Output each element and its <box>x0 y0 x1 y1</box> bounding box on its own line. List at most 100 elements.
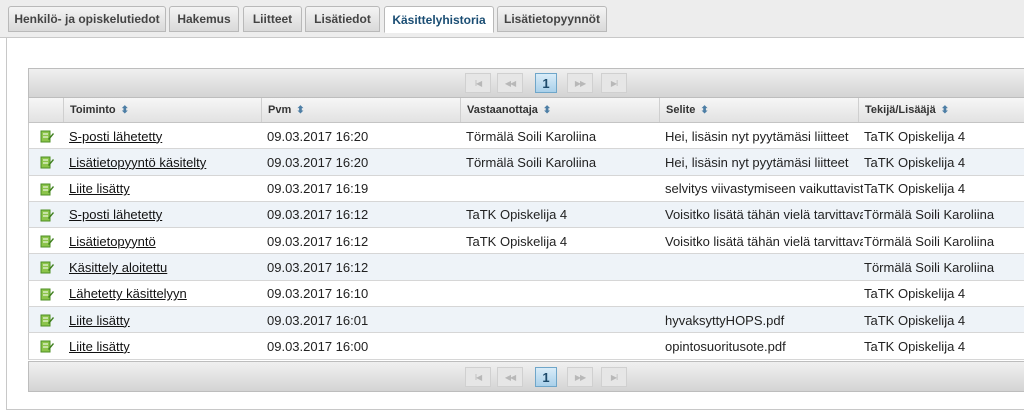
table-row: Liite lisätty 09.03.2017 16:00 opintosuori… <box>28 333 1024 360</box>
table-row: S-posti lähetetty 09.03.2017 16:12 TaTK Op… <box>28 201 1024 229</box>
cell-author: TaTK Opiskelija 4 <box>864 312 966 328</box>
table-row: Lisätietopyyntö 09.03.2017 16:12 TaTK Opis… <box>28 228 1024 255</box>
sort-icon: ⬍ <box>542 104 552 116</box>
cell-author: TaTK Opiskelija 4 <box>864 154 966 170</box>
first-page-button[interactable]: I◀ <box>465 73 491 93</box>
cell-date: 09.03.2017 16:01 <box>267 312 369 328</box>
action-link[interactable]: Lähetetty käsittelyyn <box>69 286 187 301</box>
cell-date: 09.03.2017 16:20 <box>267 154 369 170</box>
tab-processing-history[interactable]: Käsittelyhistoria <box>384 6 494 33</box>
pager-top: I◀ ◀◀ 1 ▶▶ ▶I <box>28 68 1024 98</box>
current-page-button[interactable]: 1 <box>535 367 557 387</box>
next-page-button[interactable]: ▶▶ <box>567 367 593 387</box>
cell-author: Törmälä Soili Karoliina <box>864 207 995 223</box>
col-header-recipient[interactable]: Vastaanottaja ⬍ <box>460 98 659 122</box>
cell-author: Törmälä Soili Karoliina <box>864 259 995 275</box>
action-link[interactable]: Lisätietopyyntö käsitelty <box>69 155 206 170</box>
cell-recipient: TaTK Opiskelija 4 <box>466 233 568 249</box>
col-header-action[interactable]: Toiminto ⬍ <box>63 98 261 122</box>
action-link[interactable]: Liite lisätty <box>69 339 130 354</box>
col-header-author[interactable]: Tekijä/Lisääjä ⬍ <box>858 98 1024 122</box>
cell-recipient <box>466 281 659 307</box>
prev-page-button[interactable]: ◀◀ <box>497 73 523 93</box>
cell-date: 09.03.2017 16:12 <box>267 207 369 223</box>
cell-note: Voisitko lisätä tähän vielä tarvittavat <box>665 233 863 249</box>
edit-document-icon[interactable] <box>40 313 54 327</box>
col-header-date[interactable]: Pvm ⬍ <box>261 98 460 122</box>
table-row: S-posti lähetetty 09.03.2017 16:20 Törmälä… <box>28 123 1024 150</box>
edit-document-icon[interactable] <box>40 339 54 353</box>
table-row: Liite lisätty 09.03.2017 16:19 selvitys vi… <box>28 175 1024 202</box>
edit-document-icon[interactable] <box>40 234 54 248</box>
cell-author: Törmälä Soili Karoliina <box>864 233 995 249</box>
cell-note <box>665 281 863 307</box>
cell-date: 09.03.2017 16:10 <box>267 286 369 302</box>
cell-action: Käsittely aloitettu <box>69 254 261 280</box>
cell-date: 09.03.2017 16:12 <box>267 259 369 275</box>
cell-recipient: Törmälä Soili Karoliina <box>466 128 597 144</box>
tab-info-requests[interactable]: Lisätietopyynnöt <box>497 6 607 32</box>
cell-note: Voisitko lisätä tähän vielä tarvittavat <box>665 207 863 223</box>
tab-bar: Henkilö- ja opiskelutiedot Hakemus Liitt… <box>0 0 1024 38</box>
cell-action: S-posti lähetetty <box>69 123 261 149</box>
edit-document-icon[interactable] <box>40 155 54 169</box>
tab-application[interactable]: Hakemus <box>169 6 239 32</box>
cell-note: opintosuoritusote.pdf <box>665 338 786 354</box>
table-row: Lisätietopyyntö käsitelty 09.03.2017 16:2… <box>28 149 1024 176</box>
current-page-button[interactable]: 1 <box>535 73 557 93</box>
cell-recipient <box>466 333 659 359</box>
action-link[interactable]: Lisätietopyyntö <box>69 234 156 249</box>
cell-action: Liite lisätty <box>69 176 261 202</box>
sort-icon: ⬍ <box>700 104 709 116</box>
cell-action: Liite lisätty <box>69 307 261 333</box>
prev-page-button[interactable]: ◀◀ <box>497 367 523 387</box>
col-header-note[interactable]: Selite ⬍ <box>659 98 858 122</box>
cell-note <box>665 254 863 280</box>
table-row: Lähetetty käsittelyyn 09.03.2017 16:10 TaT… <box>28 280 1024 308</box>
action-link[interactable]: S-posti lähetetty <box>69 129 162 144</box>
pager-bottom: I◀ ◀◀ 1 ▶▶ ▶I <box>28 361 1024 392</box>
cell-action: Liite lisätty <box>69 333 261 359</box>
tab-personal-info[interactable]: Henkilö- ja opiskelutiedot <box>8 6 166 32</box>
action-link[interactable]: Käsittely aloitettu <box>69 260 167 275</box>
cell-recipient <box>466 307 659 333</box>
cell-date: 09.03.2017 16:00 <box>267 338 369 354</box>
cell-note: Hei, lisäsin nyt pyytämäsi liitteet <box>665 154 849 170</box>
cell-recipient <box>466 176 659 202</box>
edit-document-icon[interactable] <box>40 287 54 301</box>
action-link[interactable]: S-posti lähetetty <box>69 207 162 222</box>
cell-date: 09.03.2017 16:20 <box>267 128 369 144</box>
table-row: Liite lisätty 09.03.2017 16:01 hyvaksyttyH… <box>28 307 1024 334</box>
cell-note: Hei, lisäsin nyt pyytämäsi liitteet <box>665 128 849 144</box>
edit-document-icon[interactable] <box>40 260 54 274</box>
edit-document-icon[interactable] <box>40 208 54 222</box>
cell-author: TaTK Opiskelija 4 <box>864 181 966 197</box>
first-page-button[interactable]: I◀ <box>465 367 491 387</box>
cell-action: Lähetetty käsittelyyn <box>69 281 261 307</box>
edit-document-icon[interactable] <box>40 129 54 143</box>
cell-note: hyvaksyttyHOPS.pdf <box>665 312 785 328</box>
table-row: Käsittely aloitettu 09.03.2017 16:12 Törmä… <box>28 254 1024 281</box>
history-table-body: S-posti lähetetty 09.03.2017 16:20 Törmälä… <box>28 123 1024 360</box>
cell-date: 09.03.2017 16:12 <box>267 233 369 249</box>
last-page-button[interactable]: ▶I <box>601 367 627 387</box>
cell-date: 09.03.2017 16:19 <box>267 181 369 197</box>
cell-note: selvitys viivastymiseen vaikuttavista <box>665 181 863 197</box>
edit-document-icon[interactable] <box>40 182 54 196</box>
action-link[interactable]: Liite lisätty <box>69 313 130 328</box>
cell-recipient: TaTK Opiskelija 4 <box>466 207 568 223</box>
cell-action: Lisätietopyyntö käsitelty <box>69 149 261 175</box>
cell-recipient: Törmälä Soili Karoliina <box>466 154 597 170</box>
next-page-button[interactable]: ▶▶ <box>567 73 593 93</box>
cell-author: TaTK Opiskelija 4 <box>864 286 966 302</box>
tab-attachments[interactable]: Liitteet <box>243 6 302 32</box>
table-header: Toiminto ⬍ Pvm ⬍ Vastaanottaja ⬍ Selite ⬍ Te… <box>28 98 1024 123</box>
cell-action: Lisätietopyyntö <box>69 228 261 254</box>
action-link[interactable]: Liite lisätty <box>69 181 130 196</box>
sort-icon: ⬍ <box>940 104 950 116</box>
last-page-button[interactable]: ▶I <box>601 73 627 93</box>
sort-icon: ⬍ <box>296 104 305 116</box>
cell-author: TaTK Opiskelija 4 <box>864 338 966 354</box>
tab-additional-info[interactable]: Lisätiedot <box>305 6 380 32</box>
sort-icon: ⬍ <box>120 104 130 116</box>
